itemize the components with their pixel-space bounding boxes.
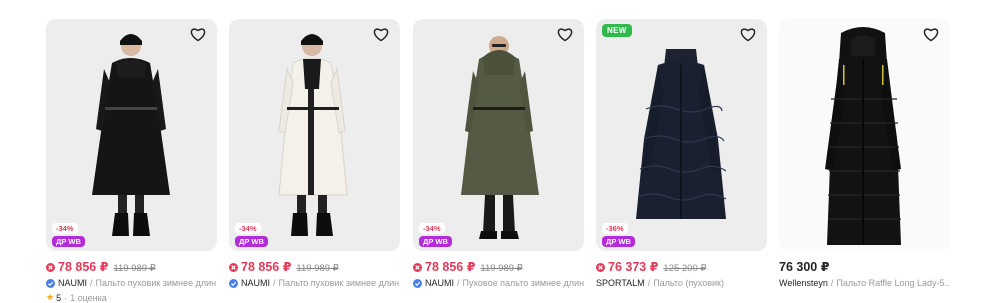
rating-row: ★ 5 · 1 оценка [46,292,217,303]
brand-row[interactable]: NAUMI / Пальто пуховик зимнее длин... [229,278,400,288]
favorite-heart-icon[interactable] [922,25,940,43]
favorite-heart-icon[interactable] [556,25,574,43]
wb-wallet-icon [413,262,422,272]
wb-wallet-icon [229,262,238,272]
brand-name: NAUMI [241,278,270,288]
product-description: Пальто пуховик зимнее длин... [278,278,400,288]
brand-row[interactable]: NAUMI / Пуховое пальто зимнее длин... [413,278,584,288]
product-card[interactable]: NEW -36% ДР WB 76 373 ₽ 125 200 ₽ SPORTA… [596,19,767,288]
price-row: 76 373 ₽ 125 200 ₽ [596,259,767,275]
discount-badge: -36% [602,223,628,234]
product-card[interactable]: -34% ДР WB 78 856 ₽ 119 989 ₽ NAUMI / Пу… [413,19,584,288]
product-description: Пальто Raffle Long Lady-5... [836,278,950,288]
new-badge: NEW [602,24,632,37]
price-row: 76 300 ₽ [779,259,950,275]
discount-badge: -34% [52,223,78,234]
discount-badge: -34% [235,223,261,234]
promo-badge: ДР WB [419,236,452,247]
product-photo [278,34,348,236]
current-price: 78 856 ₽ [58,260,109,274]
wb-wallet-icon [596,262,605,272]
product-card[interactable]: 76 300 ₽ Wellensteyn / Пальто Raffle Lon… [779,19,950,288]
product-description: Пальто пуховик зимнее длин... [95,278,217,288]
brand-separator: / [647,278,651,288]
rating-dot: · [64,292,68,303]
product-description: Пальто (пуховик) [653,278,724,288]
price-row: 78 856 ₽ 119 989 ₽ [229,259,400,275]
brand-name: SPORTALM [596,278,645,288]
current-price: 78 856 ₽ [425,260,476,274]
product-image[interactable]: -34% ДР WB [229,19,400,251]
rating-value: 5 [56,292,62,303]
product-description: Пуховое пальто зимнее длин... [462,278,584,288]
brand-name: NAUMI [58,278,87,288]
product-image[interactable]: -34% ДР WB [46,19,217,251]
product-photo [825,27,901,245]
star-icon: ★ [46,292,55,302]
price-row: 78 856 ₽ 119 989 ₽ [413,259,584,275]
brand-separator: / [90,278,93,288]
current-price: 78 856 ₽ [241,260,292,274]
brand-row[interactable]: NAUMI / Пальто пуховик зимнее длин... [46,278,217,288]
favorite-heart-icon[interactable] [739,25,757,43]
wb-wallet-icon [46,262,55,272]
discount-badge: -34% [419,223,445,234]
product-card[interactable]: -34% ДР WB 78 856 ₽ 119 989 ₽ NAUMI / Па… [46,19,217,303]
brand-separator: / [830,278,834,288]
product-photo [461,36,539,239]
brand-row[interactable]: Wellensteyn / Пальто Raffle Long Lady-5.… [779,278,950,288]
product-image[interactable]: NEW -36% ДР WB [596,19,767,251]
product-card[interactable]: -34% ДР WB 78 856 ₽ 119 989 ₽ NAUMI / Па… [229,19,400,288]
verified-check-icon [46,278,55,288]
brand-separator: / [457,278,460,288]
current-price: 76 373 ₽ [608,260,659,274]
promo-badge: ДР WB [602,236,635,247]
brand-row[interactable]: SPORTALM / Пальто (пуховик) [596,278,767,288]
brand-name: NAUMI [425,278,454,288]
verified-check-icon [413,278,422,288]
favorite-heart-icon[interactable] [189,25,207,43]
price-row: 78 856 ₽ 119 989 ₽ [46,259,217,275]
old-price: 119 989 ₽ [296,263,339,274]
brand-name: Wellensteyn [779,278,828,288]
current-price: 76 300 ₽ [779,260,830,274]
old-price: 125 200 ₽ [663,263,707,274]
brand-separator: / [273,278,276,288]
reviews-count: 1 оценка [70,292,107,303]
product-image[interactable]: -34% ДР WB [413,19,584,251]
favorite-heart-icon[interactable] [372,25,390,43]
old-price: 119 989 ₽ [113,263,156,274]
promo-badge: ДР WB [235,236,268,247]
product-photo [636,49,727,219]
verified-check-icon [229,278,238,288]
promo-badge: ДР WB [52,236,85,247]
product-photo [92,34,170,236]
old-price: 119 989 ₽ [480,263,523,274]
product-grid: -34% ДР WB 78 856 ₽ 119 989 ₽ NAUMI / Па… [0,0,984,303]
product-image[interactable] [779,19,950,251]
